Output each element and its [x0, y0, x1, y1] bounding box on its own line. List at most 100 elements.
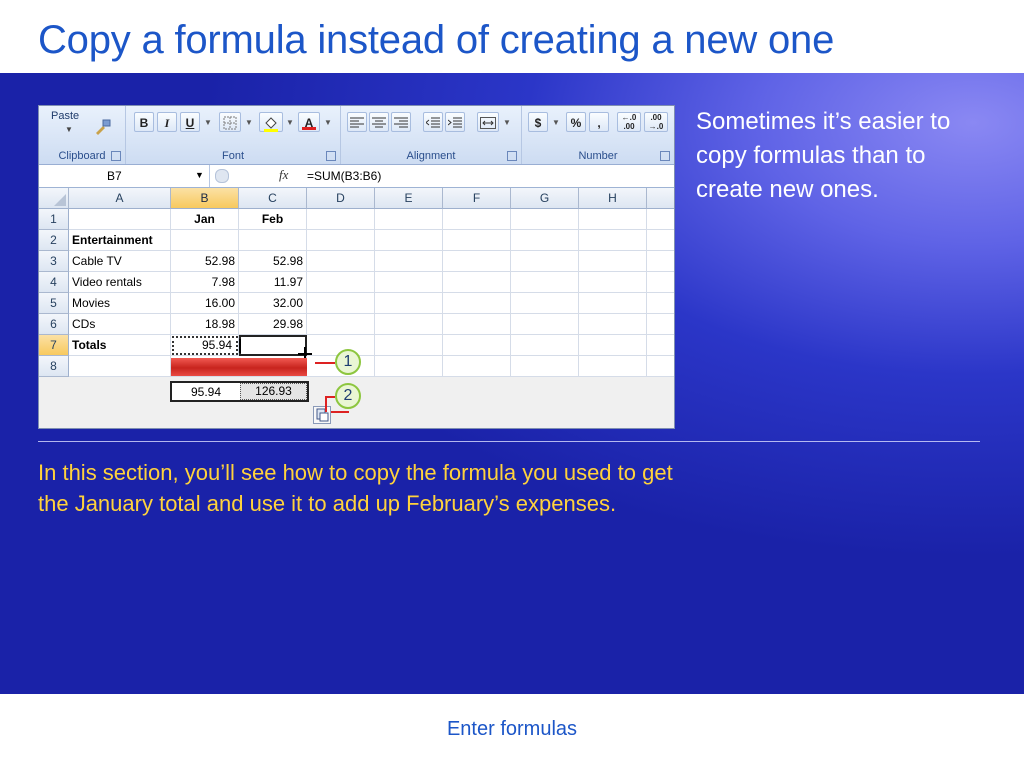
comma-style-button[interactable]: , — [589, 112, 609, 132]
decrease-decimal-button[interactable]: .00 →.0 — [644, 112, 668, 132]
grid-line — [578, 209, 579, 377]
paste-button[interactable]: Paste — [51, 110, 79, 122]
divider — [38, 441, 980, 442]
cell-b3[interactable]: 52.98 — [171, 251, 239, 272]
excel-screenshot: Paste ▼ Clipboard B I U ▼ ▼ ▼ A ▼ Font ▼… — [38, 105, 675, 429]
formula-input[interactable]: =SUM(B3:B6) — [307, 169, 381, 183]
row-header-6[interactable]: 6 — [39, 314, 69, 335]
formula-bar: B7 ▼ fx =SUM(B3:B6) — [39, 165, 674, 188]
select-all-corner[interactable] — [39, 188, 69, 209]
currency-button[interactable]: $ — [528, 112, 548, 132]
increase-decimal-button[interactable]: ←.0 .00 — [617, 112, 641, 132]
text-cursor — [239, 339, 241, 353]
align-left-icon — [350, 117, 364, 128]
borders-dropdown-icon[interactable]: ▼ — [245, 118, 253, 127]
fill-color-dropdown-icon[interactable]: ▼ — [286, 118, 294, 127]
row-header-8[interactable]: 8 — [39, 356, 69, 377]
number-group: $ ▼ % , ←.0 .00 .00 →.0 Number — [522, 106, 674, 164]
column-header-d[interactable]: D — [307, 188, 375, 209]
align-left-button[interactable] — [347, 112, 367, 132]
cell-b6[interactable]: 18.98 — [171, 314, 239, 335]
merge-center-icon — [480, 117, 496, 129]
percent-button[interactable]: % — [566, 112, 586, 132]
merge-dropdown-icon[interactable]: ▼ — [503, 118, 511, 127]
clipboard-group: Paste ▼ Clipboard — [39, 106, 126, 164]
cell-b1[interactable]: Jan — [171, 209, 239, 230]
align-center-button[interactable] — [369, 112, 389, 132]
column-header-f[interactable]: F — [443, 188, 511, 209]
insert-function-icon[interactable]: fx — [279, 167, 288, 183]
cell-b5[interactable]: 16.00 — [171, 293, 239, 314]
fill-bucket-icon — [264, 117, 278, 132]
cell-a6[interactable]: CDs — [69, 314, 171, 335]
name-box[interactable]: B7 ▼ — [39, 165, 210, 187]
increase-indent-button[interactable] — [445, 112, 465, 132]
row-header-2[interactable]: 2 — [39, 230, 69, 251]
side-text: Sometimes it’s easier to copy formulas t… — [696, 108, 951, 203]
cell-b2[interactable] — [171, 230, 239, 251]
borders-icon — [223, 116, 237, 130]
row-header-3[interactable]: 3 — [39, 251, 69, 272]
cell-c5[interactable]: 32.00 — [239, 293, 307, 314]
cell-a3[interactable]: Cable TV — [69, 251, 171, 272]
callout-2-line-v — [325, 396, 327, 412]
cell-a5[interactable]: Movies — [69, 293, 171, 314]
cell-a2[interactable]: Entertainment — [69, 230, 171, 251]
underline-button[interactable]: U — [180, 112, 200, 132]
row-header-7[interactable]: 7 — [39, 335, 69, 356]
callout-1-line — [315, 362, 335, 364]
row-header-4[interactable]: 4 — [39, 272, 69, 293]
font-color-dropdown-icon[interactable]: ▼ — [324, 118, 332, 127]
currency-dropdown-icon[interactable]: ▼ — [552, 118, 560, 127]
merge-center-button[interactable] — [477, 112, 499, 132]
column-header-e[interactable]: E — [375, 188, 443, 209]
font-color-button[interactable]: A — [298, 112, 320, 132]
name-box-dropdown-icon[interactable]: ▼ — [195, 170, 204, 180]
column-header-g[interactable]: G — [511, 188, 579, 209]
paste-dropdown-icon[interactable]: ▼ — [65, 125, 73, 134]
number-launcher-icon[interactable] — [660, 151, 670, 161]
cell-a8[interactable] — [69, 356, 171, 377]
clipboard-launcher-icon[interactable] — [111, 151, 121, 161]
grid-line — [510, 209, 511, 377]
cell-c2[interactable] — [239, 230, 307, 251]
alignment-launcher-icon[interactable] — [507, 151, 517, 161]
column-header-a[interactable]: A — [69, 188, 171, 209]
cell-b4[interactable]: 7.98 — [171, 272, 239, 293]
row-header-1[interactable]: 1 — [39, 209, 69, 230]
red-highlight-band — [171, 358, 307, 376]
formula-bar-grip-icon[interactable] — [215, 169, 229, 183]
format-painter-icon[interactable] — [93, 118, 111, 136]
row-header-5[interactable]: 5 — [39, 293, 69, 314]
cell-c6[interactable]: 29.98 — [239, 314, 307, 335]
select-all-icon — [54, 194, 66, 206]
cell-a4[interactable]: Video rentals — [69, 272, 171, 293]
borders-button[interactable] — [219, 112, 241, 132]
font-launcher-icon[interactable] — [326, 151, 336, 161]
bold-button[interactable]: B — [134, 112, 154, 132]
cell-c7[interactable] — [239, 335, 307, 356]
cell-c1[interactable]: Feb — [239, 209, 307, 230]
copied-total-jan: 95.94 — [190, 385, 222, 399]
cell-b7-selected[interactable]: 95.94 — [171, 335, 239, 356]
paste-options-icon[interactable] — [313, 406, 331, 424]
decrease-indent-button[interactable] — [423, 112, 443, 132]
align-right-button[interactable] — [391, 112, 411, 132]
cell-a7[interactable]: Totals — [69, 335, 171, 356]
intro-text: In this section, you’ll see how to copy … — [38, 460, 673, 516]
callout-2-line-bottom — [331, 411, 349, 413]
cell-c3[interactable]: 52.98 — [239, 251, 307, 272]
copied-totals-inset: 95.94 126.93 — [170, 381, 309, 402]
grid-line — [646, 209, 647, 377]
italic-button[interactable]: I — [157, 112, 177, 132]
column-header-h[interactable]: H — [579, 188, 647, 209]
name-box-value: B7 — [107, 169, 122, 183]
column-header-b[interactable]: B — [171, 188, 239, 209]
underline-dropdown-icon[interactable]: ▼ — [204, 118, 212, 127]
cell-a1[interactable] — [69, 209, 171, 230]
column-header-c[interactable]: C — [239, 188, 307, 209]
cell-c4[interactable]: 11.97 — [239, 272, 307, 293]
fill-color-button[interactable] — [259, 112, 283, 132]
grid-line — [374, 209, 375, 377]
alignment-group: ▼ Alignment — [341, 106, 522, 164]
